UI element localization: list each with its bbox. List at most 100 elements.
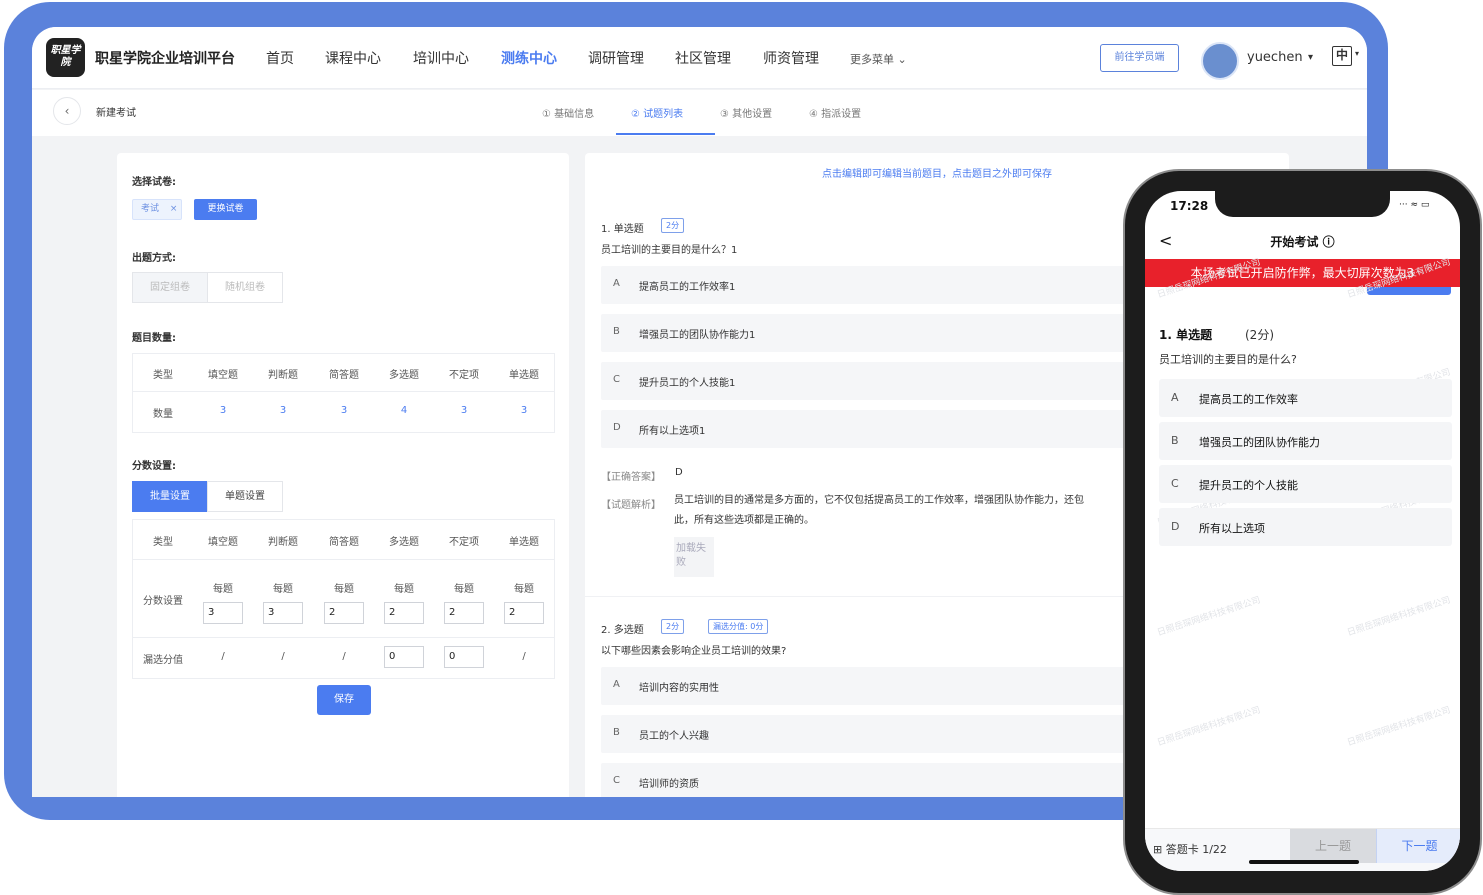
app-stage: 职星学院 职星学院企业培训平台 首页 课程中心 培训中心 测练中心 调研管理 社… [0,0,1483,895]
count-value: 3 [520,405,528,416]
phone-option-d[interactable]: D 所有以上选项 [1159,508,1452,546]
count-value: 3 [460,405,468,416]
question-1-header: 1. 单选题 [601,224,644,235]
option-a[interactable]: A 提高员工的工作效率1 [601,266,1161,304]
miss-score-input[interactable]: 0 [384,646,424,668]
row-label: 数量 [153,409,173,420]
count-value: 4 [400,405,408,416]
table-header: 不定项 [449,370,479,381]
option-c[interactable]: C 培训师的资质 [601,763,1161,797]
option-d[interactable]: D 所有以上选项1 [601,410,1161,448]
nav-training-center[interactable]: 培训中心 [413,48,469,68]
score-input[interactable]: 3 [203,602,243,624]
phone-option-c[interactable]: C 提升员工的个人技能 [1159,465,1452,503]
watermark: 日照岳琛网络科技有限公司 [1156,705,1262,749]
option-a[interactable]: A 培训内容的实用性 [601,667,1161,705]
answer-card-button[interactable]: ⊞ 答题卡 1/22 [1153,841,1227,857]
caret-down-icon[interactable]: ▾ [1355,49,1359,58]
score-input[interactable]: 2 [444,602,484,624]
option-label: B [613,326,620,337]
count-value: 3 [219,405,227,416]
nav-more-menu[interactable]: 更多菜单 ⌄ [850,51,907,67]
back-button[interactable]: ‹ [53,97,81,125]
count-value: 3 [279,405,287,416]
score-input[interactable]: 2 [384,602,424,624]
active-step-indicator [616,133,715,135]
option-label: A [613,679,620,690]
score-badge: 2分 [661,619,685,634]
watermark: 日照岳琛网络科技有限公司 [1156,595,1262,639]
table-header: 填空题 [208,370,238,381]
nav-teachers[interactable]: 师资管理 [763,48,819,68]
option-label: B [1171,434,1179,447]
batch-setting-tab[interactable]: 批量设置 [132,481,208,512]
page-title: 新建考试 [96,108,136,119]
nav-survey[interactable]: 调研管理 [588,48,644,68]
mode-random-option[interactable]: 随机组卷 [207,272,283,303]
table-header: 简答题 [329,370,359,381]
option-label: D [1171,520,1180,533]
row-label: 分数设置 [143,596,183,607]
count-value: 3 [340,405,348,416]
paper-tag-text: 考试 [141,204,160,214]
mode-fixed-option[interactable]: 固定组卷 [132,272,208,303]
table-header: 单选题 [509,370,539,381]
option-text: 增强员工的团队协作能力 [1199,436,1320,449]
option-text: 员工的个人兴趣 [639,731,709,742]
step-basic-info[interactable]: ① 基础信息 [542,105,594,120]
answer-card-label: 答题卡 1/22 [1165,843,1227,856]
nav-community[interactable]: 社区管理 [675,48,731,68]
option-label: A [1171,391,1179,404]
phone-option-a[interactable]: A 提高员工的工作效率 [1159,379,1452,417]
score-input[interactable]: 3 [263,602,303,624]
table-header: 多选题 [389,370,419,381]
score-input[interactable]: 2 [324,602,364,624]
status-icons: ⋅⋅⋅ ≈ ▭ [1399,200,1430,210]
step-question-list[interactable]: ② 试题列表 [631,105,683,120]
score-table: 类型 填空题 判断题 简答题 多选题 不定项 单选题 分数设置 每题 每题 每题… [132,519,555,679]
nav-course-center[interactable]: 课程中心 [325,48,381,68]
step-assign-settings[interactable]: ④ 指派设置 [809,105,861,120]
table-header: 多选题 [389,537,419,548]
save-button[interactable]: 保存 [317,685,371,715]
phone-page-title: 开始考试 ⓘ [1270,235,1335,249]
miss-score-badge: 漏选分值: 0分 [708,619,769,634]
option-text: 提高员工的工作效率1 [639,282,736,293]
image-load-failed: 加载失败 [674,537,714,577]
miss-value: / [522,651,526,662]
brand-name: 职星学院企业培训平台 [95,51,235,67]
next-question-button[interactable]: 下一题 [1376,829,1460,863]
miss-score-row: 漏选分值 / / / 0 0 / [133,638,554,678]
answer-value: D [675,467,683,478]
option-c[interactable]: C 提升员工的个人技能1 [601,362,1161,400]
sub-header: ‹ 新建考试 ① 基础信息 ② 试题列表 ③ 其他设置 ④ 指派设置 [32,90,1367,136]
miss-score-input[interactable]: 0 [444,646,484,668]
score-input[interactable]: 2 [504,602,544,624]
watermark: 日照岳琛网络科技有限公司 [1346,705,1452,749]
phone-option-b[interactable]: B 增强员工的团队协作能力 [1159,422,1452,460]
option-label: C [613,374,620,385]
caret-down-icon[interactable]: ▾ [1308,52,1313,63]
step-other-settings[interactable]: ③ 其他设置 [720,105,772,120]
option-b[interactable]: B 增强员工的团队协作能力1 [601,314,1161,352]
option-label: C [1171,477,1179,490]
question-1-text[interactable]: 员工培训的主要目的是什么？1 [601,241,737,256]
nav-home[interactable]: 首页 [266,48,294,68]
change-paper-button[interactable]: 更换试卷 [194,199,257,220]
language-button[interactable]: 中 [1332,46,1352,66]
go-student-button[interactable]: 前往学员端 [1100,44,1179,72]
paper-tag: 考试 × [132,199,182,220]
logo: 职星学院 [46,38,85,77]
phone-mockup: 17:28 ⋅⋅⋅ ≈ ▭ < 开始考试 ⓘ 本场考试已开启防作弊，最大切屏次数… [1123,169,1482,895]
single-setting-tab[interactable]: 单题设置 [207,481,283,512]
nav-exam-center[interactable]: 测练中心 [501,48,557,68]
option-b[interactable]: B 员工的个人兴趣 [601,715,1161,753]
option-text: 增强员工的团队协作能力1 [639,330,756,341]
close-icon[interactable]: × [170,204,178,214]
prev-question-button[interactable]: 上一题 [1290,829,1376,863]
avatar[interactable] [1201,42,1239,80]
username[interactable]: yuechen [1247,50,1303,65]
row-label: 漏选分值 [143,655,183,666]
analysis-label: 【试题解析】 [601,500,661,511]
question-2-text[interactable]: 以下哪些因素会影响企业员工培训的效果? [601,642,786,657]
